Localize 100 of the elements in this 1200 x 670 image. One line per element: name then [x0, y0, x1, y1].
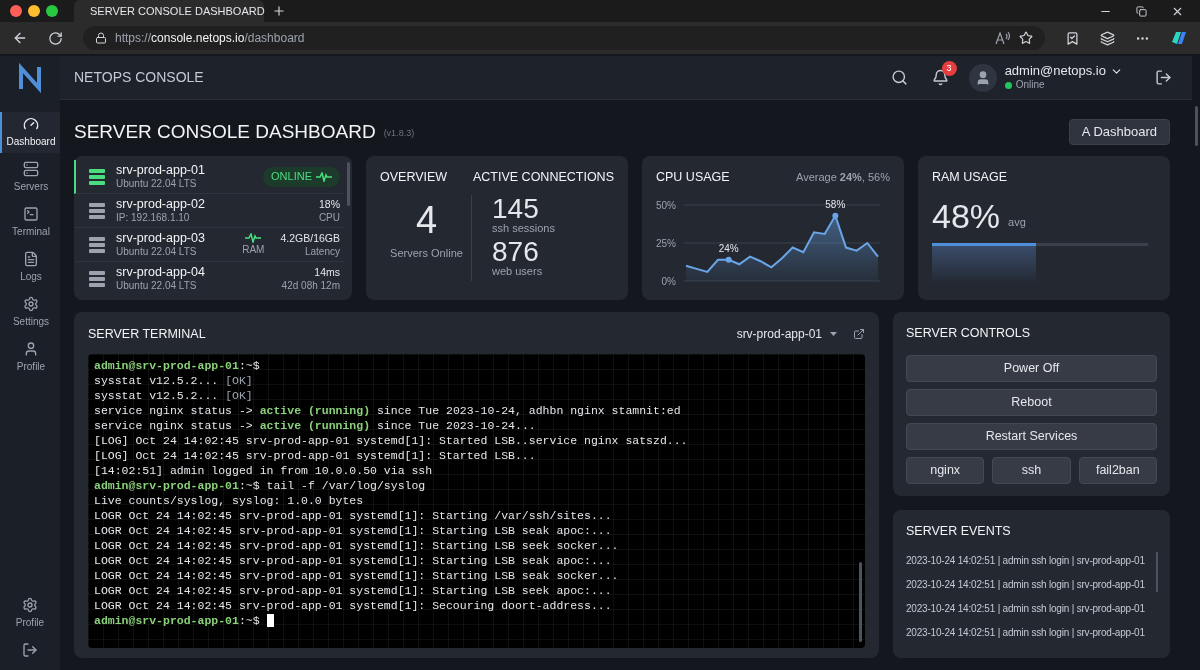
server-detail: Ubuntu 22.04 LTS	[116, 279, 198, 292]
control-button[interactable]: Power Off	[906, 354, 1157, 382]
server-item[interactable]: srv-prod-app-01 Ubuntu 22.04 LTS ONLINE	[74, 160, 344, 194]
cpu-average: Average 24%, 56%	[796, 170, 890, 186]
reload-icon[interactable]	[48, 30, 63, 46]
stat-label: ssh sessions	[492, 222, 556, 234]
page-title: SERVER CONSOLE DASHBOARD	[74, 119, 376, 144]
restore-icon[interactable]	[1136, 5, 1147, 17]
scrollbar[interactable]	[1156, 551, 1158, 592]
server-detail: Ubuntu 22.04 LTS	[116, 177, 198, 190]
avatar[interactable]	[968, 63, 997, 92]
document-icon	[23, 251, 39, 267]
card-title: OVERVIEW	[380, 169, 449, 186]
nav-item[interactable]: Servers	[0, 157, 60, 198]
service-button[interactable]: nginx	[906, 456, 985, 484]
favorites-icon[interactable]	[1065, 30, 1080, 46]
nav-item[interactable]: Logs	[0, 247, 60, 288]
server-name: srv-prod-app-01	[116, 163, 205, 177]
server-detail: Ubuntu 22.04 LTS	[116, 245, 198, 258]
metric-value: 14ms	[314, 266, 340, 279]
card-title: SERVER EVENTS	[906, 522, 1012, 540]
data-label: 24%	[718, 242, 739, 254]
nav-item[interactable]: Profile	[0, 337, 60, 378]
zoom-window-icon[interactable]	[46, 5, 58, 17]
scrollbar[interactable]	[1194, 106, 1198, 146]
metric-label: 42d 08h 12m	[281, 279, 340, 292]
server-icon	[23, 161, 39, 177]
back-icon[interactable]	[12, 30, 28, 46]
notification-badge: 3	[941, 61, 957, 76]
service-button[interactable]: fail2ban	[1078, 456, 1157, 484]
server-name: srv-prod-app-02	[116, 197, 205, 211]
server-name: srv-prod-app-04	[116, 266, 205, 279]
terminal-line: LOGR Oct 24 14:02:45 srv-prod-app-01 systemd[1]: Starting /var/ssh/sites...	[94, 508, 612, 523]
pulse-icon	[245, 233, 262, 243]
external-link-icon[interactable]	[853, 328, 865, 340]
axis-label: 0%	[661, 275, 676, 287]
service-button[interactable]: ssh	[992, 456, 1071, 484]
new-tab-icon[interactable]	[272, 4, 286, 18]
minimize-window-icon[interactable]	[28, 5, 40, 17]
nav-item[interactable]: Dashboard	[0, 112, 60, 153]
caret-icon	[830, 332, 837, 336]
event-entry: 2023-10-24 14:02:51 | admin ssh login | srv-prod-app-01	[906, 625, 1146, 640]
card-title: ACTIVE CONNECTIONS	[473, 169, 614, 186]
server-select[interactable]: srv-prod-app-01	[736, 325, 837, 343]
metric-value: 18%	[319, 197, 340, 211]
logo-icon	[16, 63, 44, 93]
server-item[interactable]: srv-prod-app-02 IP: 192.168.1.10 18% CPU	[74, 194, 344, 228]
url-text: https://console.netops.io/dashboard	[115, 30, 305, 47]
server-name: srv-prod-app-03	[116, 231, 205, 245]
terminal-output[interactable]	[88, 354, 865, 648]
settings-icon	[23, 296, 39, 312]
nav-item[interactable]: Profile	[15, 597, 45, 630]
dashboard-button[interactable]: A Dashboard	[1068, 119, 1170, 145]
axis-label: 25%	[656, 237, 676, 249]
copilot-icon[interactable]	[1170, 30, 1188, 46]
star-icon[interactable]	[1019, 31, 1033, 45]
bell-icon[interactable]	[931, 69, 949, 86]
app-title: NETOPS CONSOLE	[74, 68, 204, 87]
ram-value: 48%	[932, 198, 1001, 233]
terminal-line: service nginx status -> active (running) since Tue 2023-10-24...	[94, 418, 536, 433]
terminal-icon	[23, 206, 39, 222]
terminal-line: LOGR Oct 24 14:02:45 srv-prod-app-01 systemd[1]: Starting LSB seek apoc:...	[94, 583, 612, 598]
control-button[interactable]: Reboot	[906, 388, 1157, 416]
terminal-line: LOGR Oct 24 14:02:45 srv-prod-app-01 systemd[1]: Starting LSB seek socker...	[94, 538, 619, 553]
close-window-icon[interactable]	[10, 5, 22, 17]
axis-label: 50%	[656, 199, 676, 211]
server-item[interactable]: srv-prod-app-03 Ubuntu 22.04 LTS RAM 4.2GB/16GB Latency	[74, 228, 344, 262]
stat-label: web users	[492, 265, 544, 277]
control-button[interactable]: Restart Services	[906, 422, 1157, 450]
stat-value: 876	[492, 237, 540, 266]
collections-icon[interactable]	[1100, 30, 1115, 46]
nav-item[interactable]: Settings	[0, 292, 60, 333]
scrollbar[interactable]	[347, 162, 350, 206]
address-bar[interactable]: https://console.netops.io/dashboard	[83, 26, 1045, 50]
server-item[interactable]: srv-prod-app-04 Ubuntu 22.04 LTS 14ms 42d 08h 12m	[74, 262, 344, 296]
terminal-line: sysstat v12.5.2... [OK]	[94, 373, 253, 388]
ram-unit: avg	[1008, 215, 1026, 231]
terminal-line: LOGR Oct 24 14:02:45 srv-prod-app-01 systemd[1]: Starting LSB seak apoc:...	[94, 553, 612, 568]
lock-icon	[95, 32, 107, 44]
logout-icon[interactable]	[1155, 69, 1172, 86]
card-title: RAM USAGE	[932, 169, 1008, 186]
nav-item[interactable]: Terminal	[0, 202, 60, 243]
stat-value: 4	[414, 200, 439, 239]
card-title: SERVER TERMINAL	[88, 325, 206, 343]
stat-value: 145	[492, 194, 540, 223]
search-icon[interactable]	[890, 69, 908, 86]
pulse-icon	[316, 171, 332, 182]
user-icon	[23, 341, 39, 357]
browser-tab[interactable]: SERVER CONSOLE DASHBOARD	[74, 0, 264, 22]
data-point	[832, 212, 839, 219]
read-aloud-icon[interactable]	[995, 31, 1011, 45]
user-email[interactable]: admin@netops.io	[1004, 63, 1106, 80]
scrollbar[interactable]	[859, 562, 862, 642]
stat-label: Servers Online	[389, 245, 464, 261]
terminal-line: admin@srv-prod-app-01:~$	[94, 358, 260, 373]
version-label: (v1.8.3)	[383, 127, 415, 141]
card-title: SERVER CONTROLS	[906, 325, 1032, 342]
logout-icon[interactable]	[22, 642, 38, 658]
terminal-line: LOGR Oct 24 14:02:45 srv-prod-app-01 systemd[1]: Starting LSB seak socker...	[94, 568, 619, 583]
tab-title: SERVER CONSOLE DASHBOARD	[90, 3, 265, 19]
